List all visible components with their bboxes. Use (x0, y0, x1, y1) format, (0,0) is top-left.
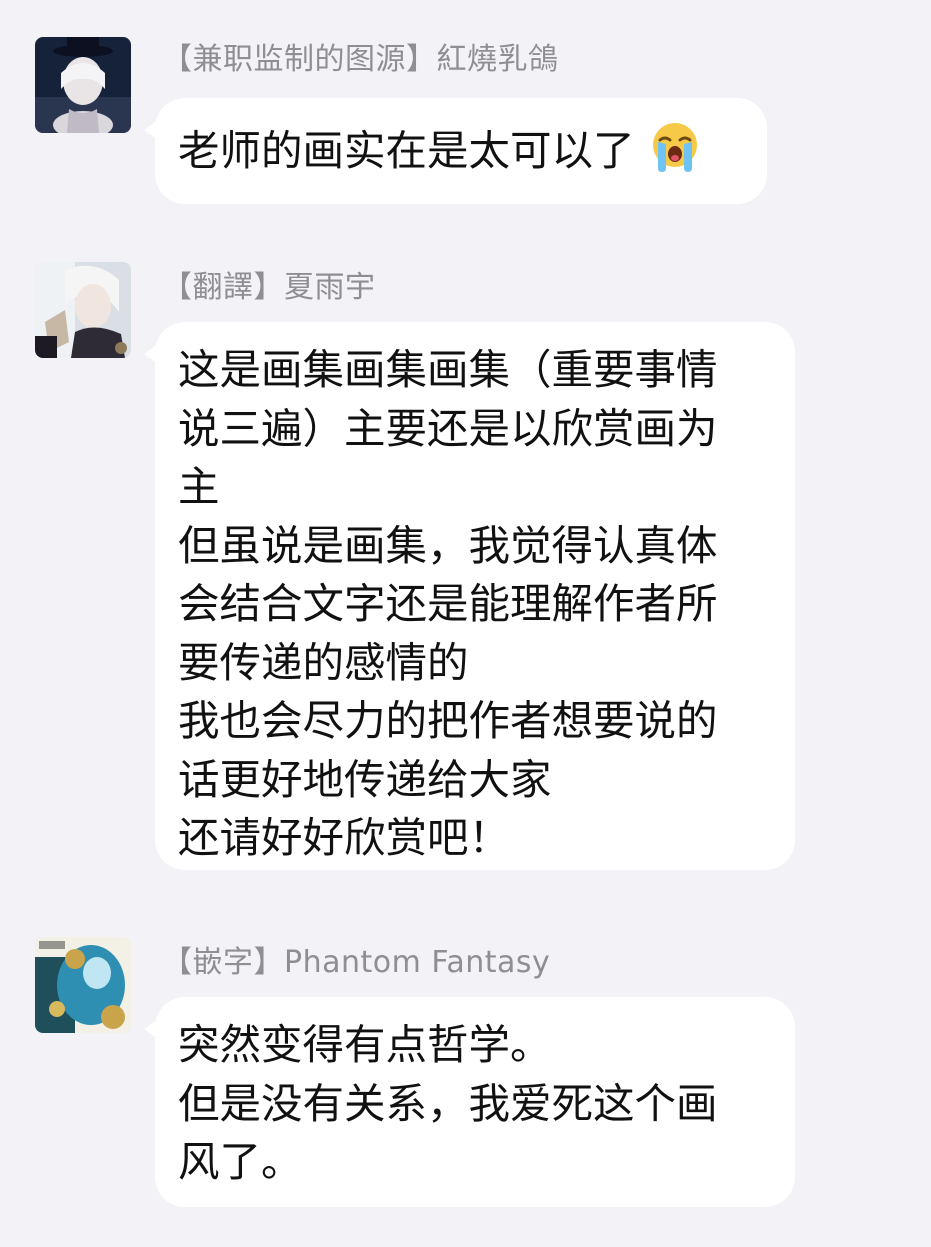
message-text-line: 这是画集画集画集（重要事情 (178, 345, 718, 394)
message-text-line: 突然变得有点哲学。 (178, 1020, 552, 1069)
message-text-line: 会结合文字还是能理解作者所 (178, 579, 718, 628)
sender-name: 【兼职监制的图源】紅燒乳鴿 (162, 42, 559, 77)
message-text-line: 话更好地传递给大家 (178, 754, 552, 804)
avatar[interactable] (35, 937, 131, 1033)
message-text-line: 还请好好欣赏吧！ (178, 813, 511, 862)
message-bubble[interactable]: 老师的画实在是太可以了 (144, 98, 767, 204)
sender-name: 【嵌字】Phantom Fantasy (162, 945, 551, 980)
message-text-line: 我也会尽力的把作者想要说的 (178, 696, 718, 745)
message-bubble[interactable]: 这是画集画集画集（重要事情 说三遍）主要还是以欣赏画为 主 但虽说是画集，我觉得… (144, 322, 795, 870)
chat-transcript: 【兼职监制的图源】紅燒乳鴿 老师的画实在是太可以了 【翻譯】夏雨宇 这是画集画集… (0, 0, 931, 1247)
message-text-line: 要传递的感情的 (178, 637, 469, 687)
message-text-line: 风了。 (178, 1137, 303, 1186)
avatar-image (35, 262, 131, 358)
avatar[interactable] (35, 37, 131, 133)
message-text-line: 主 (178, 462, 220, 511)
message-bubble[interactable]: 突然变得有点哲学。 但是没有关系，我爱死这个画 风了。 (144, 997, 795, 1207)
loudly-crying-face-icon (646, 118, 704, 176)
avatar-image (35, 37, 131, 133)
avatar[interactable] (35, 262, 131, 358)
message-text-line: 但是没有关系，我爱死这个画 (178, 1078, 718, 1128)
avatar-image (35, 937, 131, 1033)
message-text: 老师的画实在是太可以了 (178, 126, 635, 175)
sender-name: 【翻譯】夏雨宇 (162, 270, 376, 305)
message-text-line: 说三遍）主要还是以欣赏画为 (178, 403, 718, 453)
message-text-line: 但虽说是画集，我觉得认真体 (178, 520, 718, 570)
